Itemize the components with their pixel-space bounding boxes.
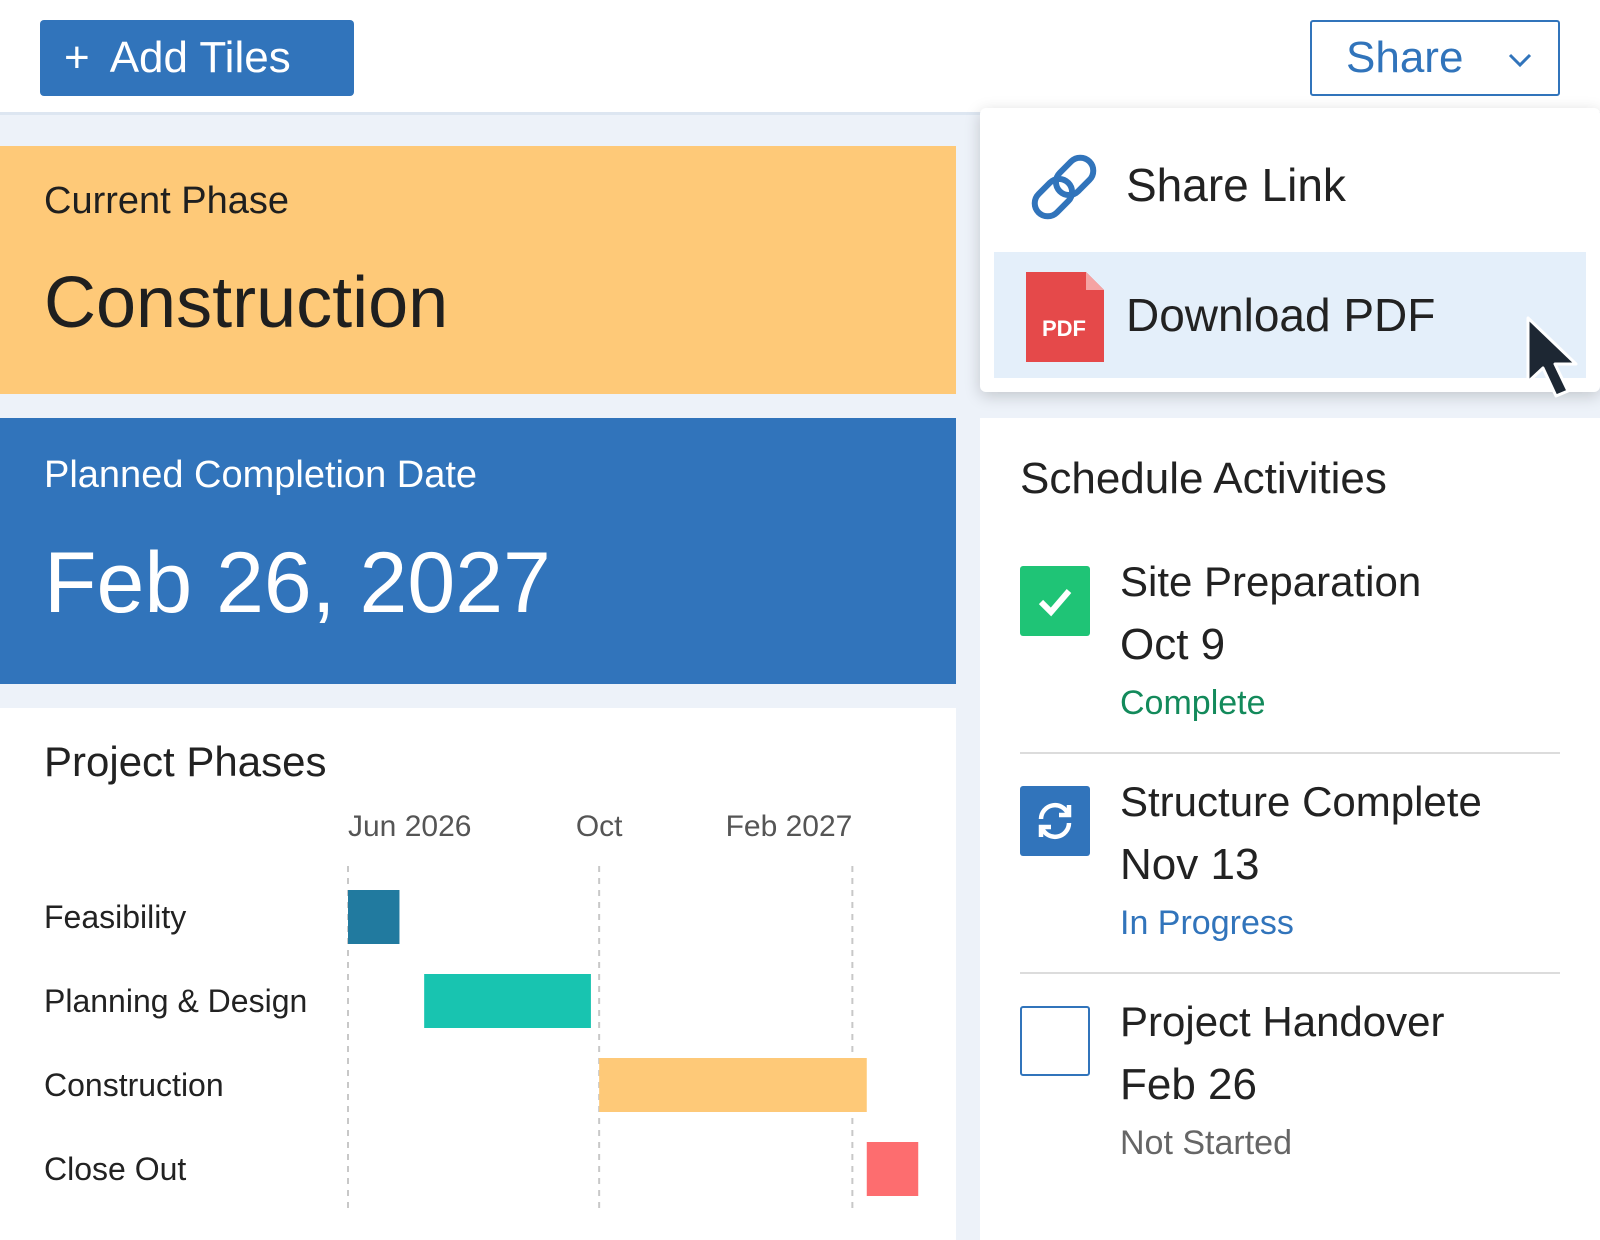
current-phase-tile[interactable]: Current Phase Construction xyxy=(0,146,956,394)
current-phase-label: Current Phase xyxy=(44,180,290,222)
gantt-bar[interactable] xyxy=(866,1142,919,1196)
activity-item[interactable]: Structure Complete Nov 13 In Progress xyxy=(1020,756,1560,974)
top-toolbar: + Add Tiles Share xyxy=(0,0,1600,115)
schedule-activities-title: Schedule Activities xyxy=(1020,454,1387,503)
gantt-row-label: Feasibility xyxy=(44,899,186,935)
gantt-row-label: Construction xyxy=(44,1067,224,1103)
gantt-row-label: Close Out xyxy=(44,1151,186,1187)
gantt-bar[interactable] xyxy=(348,890,400,944)
share-link-menu-item[interactable]: Share Link xyxy=(994,122,1586,248)
empty-checkbox-icon xyxy=(1020,1006,1090,1076)
pdf-file-icon: PDF xyxy=(1026,272,1104,362)
link-icon xyxy=(1031,154,1097,220)
activity-item[interactable]: Site Preparation Oct 9 Complete xyxy=(1020,536,1560,754)
gantt-x-tick-label: Oct xyxy=(576,810,623,843)
completion-date-tile[interactable]: Planned Completion Date Feb 26, 2027 xyxy=(0,418,956,684)
current-phase-value: Construction xyxy=(44,263,449,343)
activity-item[interactable]: Project Handover Feb 26 Not Started xyxy=(1020,976,1560,1194)
share-dropdown-menu: Share Link PDF Download PDF xyxy=(980,108,1600,392)
project-phases-tile[interactable]: Project Phases Jun 2026 Oct Feb 2027 Feasib… xyxy=(0,708,956,1240)
activity-status: In Progress xyxy=(1120,904,1294,942)
mouse-pointer-icon xyxy=(1526,316,1578,398)
svg-text:PDF: PDF xyxy=(1042,316,1086,341)
gantt-bar[interactable] xyxy=(599,1058,867,1112)
gantt-bar[interactable] xyxy=(424,974,591,1028)
gantt-x-tick-label: Jun 2026 xyxy=(348,810,471,843)
gantt-x-tick-label: Feb 2027 xyxy=(726,810,853,843)
activity-name: Site Preparation xyxy=(1120,558,1422,605)
completion-date-value: Feb 26, 2027 xyxy=(44,535,551,631)
schedule-activities-panel: Schedule Activities Site Preparation Oct… xyxy=(980,418,1600,1240)
share-label: Share xyxy=(1346,33,1464,82)
activity-date: Feb 26 xyxy=(1120,1060,1257,1109)
gantt-chart: Jun 2026 Oct Feb 2027 Feasibility Planning &… xyxy=(44,810,919,1208)
activity-status: Complete xyxy=(1120,684,1266,722)
activity-date: Nov 13 xyxy=(1120,840,1260,889)
download-pdf-label: Download PDF xyxy=(1126,289,1436,341)
activity-date: Oct 9 xyxy=(1120,620,1226,669)
check-icon xyxy=(1020,566,1090,636)
refresh-icon xyxy=(1020,786,1090,856)
activity-status: Not Started xyxy=(1120,1124,1292,1162)
gantt-row-label: Planning & Design xyxy=(44,983,307,1019)
chevron-down-icon xyxy=(1508,53,1532,68)
activity-name: Project Handover xyxy=(1120,998,1445,1045)
add-tiles-label: Add Tiles xyxy=(109,33,291,82)
share-button[interactable]: Share xyxy=(1310,20,1560,96)
plus-icon: + xyxy=(64,33,90,82)
completion-date-label: Planned Completion Date xyxy=(44,454,478,496)
add-tiles-button[interactable]: + Add Tiles xyxy=(40,20,354,96)
download-pdf-menu-item[interactable]: PDF Download PDF xyxy=(994,252,1586,378)
share-link-label: Share Link xyxy=(1126,159,1346,211)
activity-name: Structure Complete xyxy=(1120,778,1482,825)
